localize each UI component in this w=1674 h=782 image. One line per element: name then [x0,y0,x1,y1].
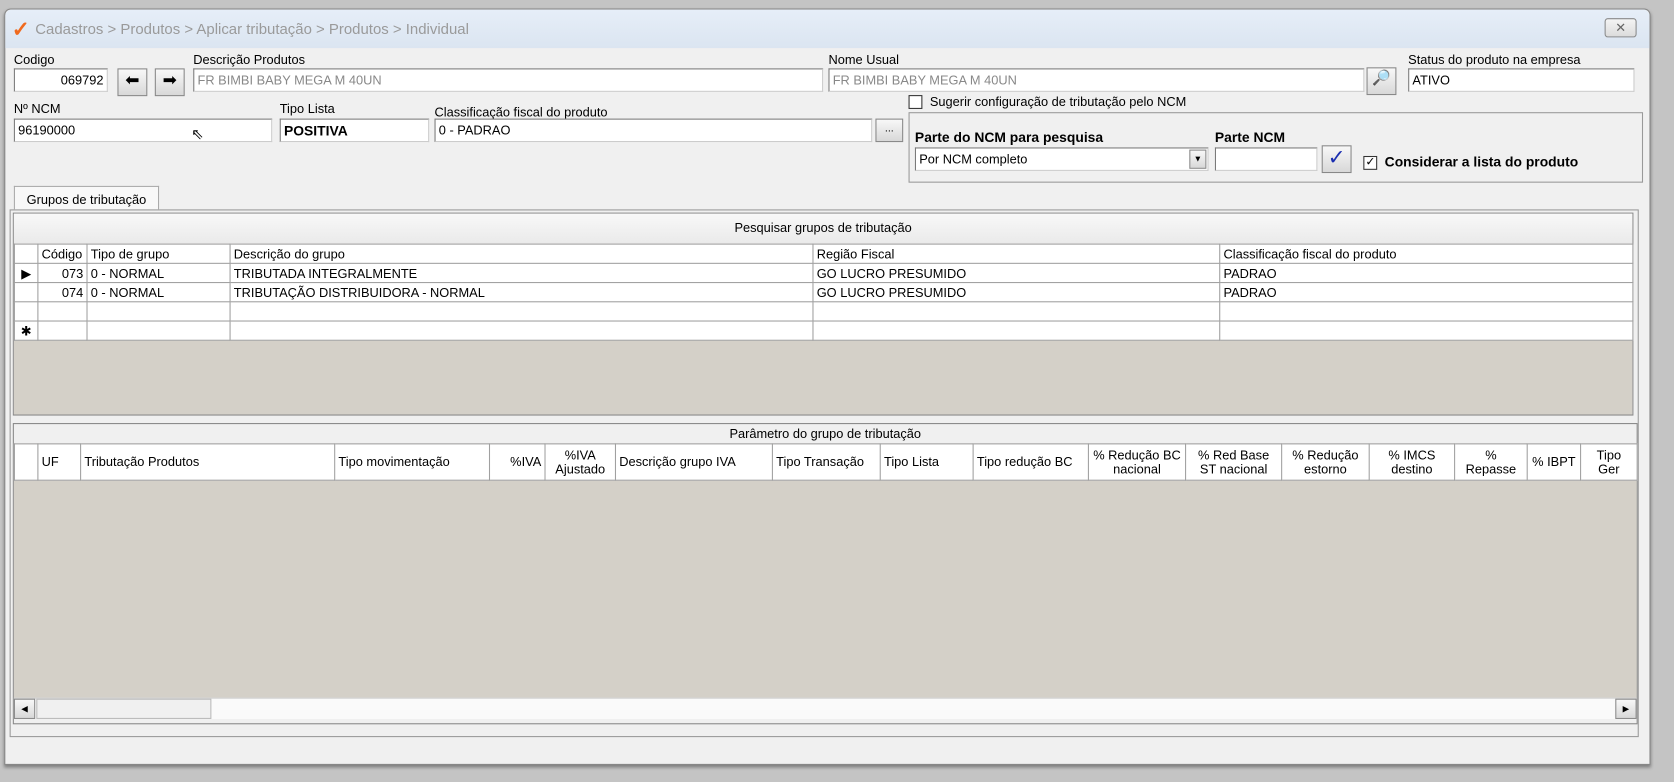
cell-tipo-grupo[interactable]: 0 - NORMAL [86,262,231,284]
horizontal-scrollbar[interactable]: ◀ ▶ [13,697,1637,719]
new-row[interactable]: ✱ [13,320,1634,341]
window: ✓ Cadastros > Produtos > Aplicar tributa… [4,8,1651,765]
column-header[interactable]: Classificação fiscal do produto [1219,243,1634,264]
parametros-title: Parâmetro do grupo de tributação [729,426,922,442]
confirm-button[interactable]: ✓ [1321,145,1352,174]
title-bar: ✓ Cadastros > Produtos > Aplicar tributa… [5,9,1650,49]
parte-ncm-pesquisa-value: Por NCM completo [919,151,1028,167]
scroll-right-button[interactable]: ▶ [1615,698,1637,719]
chevron-down-icon[interactable]: ▼ [1189,149,1207,169]
classificacao-lookup-button[interactable]: ... [875,118,904,143]
grupos-panel: Pesquisar grupos de tributação Código Ti… [12,212,1634,416]
table-row[interactable]: 074 0 - NORMAL TRIBUTAÇÃO DISTRIBUIDORA … [13,282,1634,303]
parametros-panel: Parâmetro do grupo de tributação UF Tribu… [12,423,1638,725]
column-header[interactable]: UF [37,443,82,481]
tipo-lista-input[interactable]: POSITIVA [279,118,430,143]
parte-ncm-pesquisa-select[interactable]: Por NCM completo ▼ [914,147,1209,171]
considerar-label: Considerar a lista do produto [1384,153,1579,170]
status-input[interactable]: ATIVO [1408,68,1635,92]
grid-header-row: Código Tipo de grupo Descrição do grupo … [13,243,1634,264]
tab-panel: Pesquisar grupos de tributação Código Ti… [9,209,1639,738]
cell-codigo[interactable]: 073 [37,262,88,284]
cell-codigo[interactable]: 074 [37,282,88,303]
grid-header-row: UF Tributação Produtos Tipo movimentação %I… [13,443,1638,481]
codigo-input[interactable]: 069792 [13,68,108,92]
tab-grupos-de-tributacao[interactable]: Grupos de tributação [13,185,160,210]
nome-usual-input[interactable]: FR BIMBI BABY MEGA M 40UN [828,68,1365,92]
row-selector-header [13,243,39,264]
pesquisar-grupos-button[interactable]: Pesquisar grupos de tributação [13,213,1633,244]
column-header[interactable]: Tributação Produtos [80,443,336,481]
arrow-right-icon: ➡ [162,71,177,90]
tab-label: Grupos de tributação [26,192,147,208]
table-row[interactable]: ▶ 073 0 - NORMAL TRIBUTADA INTEGRALMENTE… [13,262,1634,284]
column-header[interactable]: %IVA Ajustado [544,443,617,481]
sugerir-checkbox[interactable] [908,95,923,109]
row-selector-header [13,443,39,481]
column-header[interactable]: % IBPT [1526,443,1582,481]
cell-classificacao[interactable]: PADRAO [1219,262,1634,284]
cell-tipo-grupo[interactable]: 0 - NORMAL [86,282,231,303]
arrow-left-icon: ⬅ [125,71,140,90]
row-selector[interactable] [13,282,39,303]
window-title: Cadastros > Produtos > Aplicar tributaçã… [35,20,469,38]
parte-ncm-input[interactable] [1214,147,1318,171]
column-header[interactable]: Região Fiscal [812,243,1221,264]
previous-button[interactable]: ⬅ [117,68,148,97]
column-header[interactable]: % Red Base ST nacional [1185,443,1283,481]
parte-ncm-label: Parte NCM [1214,129,1286,146]
descricao-input[interactable]: FR BIMBI BABY MEGA M 40UN [193,68,824,92]
column-header[interactable]: Tipo de grupo [86,243,231,264]
considerar-checkbox[interactable]: ✓ [1363,155,1378,170]
descricao-label: Descrição Produtos [193,52,306,68]
column-header[interactable]: Descrição grupo IVA [614,443,773,481]
sugerir-label: Sugerir configuração de tributação pelo … [929,94,1187,109]
table-row-empty[interactable] [13,301,1634,322]
tipo-lista-label: Tipo Lista [279,101,335,117]
column-header[interactable]: Descrição do grupo [229,243,814,264]
column-header[interactable]: Tipo Ger [1580,443,1638,481]
scrollbar-thumb[interactable] [36,698,212,719]
classificacao-input[interactable]: 0 - PADRAO [434,118,873,143]
close-icon: ✕ [1615,20,1626,36]
close-button[interactable]: ✕ [1604,18,1637,38]
arrow-right-icon: ▶ [1622,704,1630,714]
classificacao-label: Classificação fiscal do produto [434,104,608,120]
column-header[interactable]: Código [37,243,88,264]
status-label: Status do produto na empresa [1408,52,1581,68]
app-logo-icon: ✓ [11,18,30,42]
parte-ncm-pesquisa-label: Parte do NCM para pesquisa [914,129,1104,146]
codigo-label: Codigo [13,52,55,68]
column-header[interactable]: Tipo movimentação [334,443,491,481]
mouse-cursor-icon: ⇖ [191,124,204,143]
checkmark-icon: ✓ [1327,146,1346,170]
next-button[interactable]: ➡ [154,68,185,97]
cell-descricao[interactable]: TRIBUTAÇÃO DISTRIBUIDORA - NORMAL [229,282,814,303]
column-header[interactable]: % Redução BC nacional [1087,443,1187,481]
cell-regiao[interactable]: GO LUCRO PRESUMIDO [812,282,1221,303]
ncm-label: Nº NCM [13,101,61,117]
new-row-asterisk-icon: ✱ [13,320,39,341]
column-header[interactable]: %IVA [488,443,546,481]
column-header[interactable]: % Redução estorno [1281,443,1370,481]
grupos-grid: Código Tipo de grupo Descrição do grupo … [13,243,1634,415]
current-row-indicator-icon: ▶ [13,262,39,284]
column-header[interactable]: Tipo redução BC [972,443,1089,481]
arrow-left-icon: ◀ [21,704,28,714]
nome-usual-label: Nome Usual [828,52,899,68]
cell-regiao[interactable]: GO LUCRO PRESUMIDO [812,262,1221,284]
ncm-input[interactable]: 96190000 [13,118,273,143]
search-button[interactable]: 🔎 [1366,67,1397,96]
cell-descricao[interactable]: TRIBUTADA INTEGRALMENTE [229,262,814,284]
column-header[interactable]: % IMCS destino [1368,443,1456,481]
search-icon: 🔎 [1372,68,1391,86]
cell-classificacao[interactable]: PADRAO [1219,282,1634,303]
parametros-grid: UF Tributação Produtos Tipo movimentação %I… [13,443,1638,698]
scroll-left-button[interactable]: ◀ [13,698,36,719]
column-header[interactable]: Tipo Transação [771,443,881,481]
ncm-config-group: Parte do NCM para pesquisa Por NCM compl… [908,112,1644,183]
column-header[interactable]: Tipo Lista [879,443,974,481]
column-header[interactable]: % Repasse [1454,443,1528,481]
